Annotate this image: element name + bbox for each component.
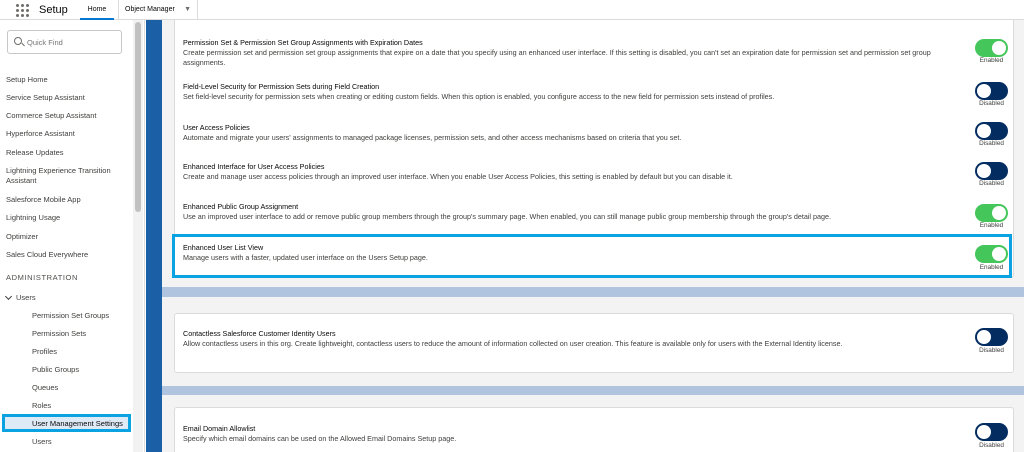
setup-sidebar: Setup Home Service Setup Assistant Comme… bbox=[0, 20, 145, 452]
setting-title: Field-Level Security for Permission Sets… bbox=[183, 82, 380, 91]
sidebar-item-lightning-transition[interactable]: Lightning Experience Transition Assistan… bbox=[6, 166, 126, 186]
settings-card-3: Email Domain Allowlist Specify which ema… bbox=[174, 407, 1014, 452]
sidebar-item-profiles[interactable]: Profiles bbox=[32, 347, 57, 356]
setting-description: Use an improved user interface to add or… bbox=[183, 212, 831, 221]
settings-card-2: Contactless Salesforce Customer Identity… bbox=[174, 313, 1014, 373]
setting-title: User Access Policies bbox=[183, 123, 250, 132]
toggle-knob bbox=[992, 206, 1006, 220]
toggle-status: Disabled bbox=[979, 140, 1004, 147]
toggle-email-domain-allowlist[interactable] bbox=[975, 423, 1008, 441]
toggle-knob bbox=[992, 41, 1006, 55]
toggle-enhanced-interface-uap[interactable] bbox=[975, 162, 1008, 180]
toggle-status: Disabled bbox=[979, 100, 1004, 107]
toggle-contactless-users[interactable] bbox=[975, 328, 1008, 346]
tab-object-manager-label: Object Manager bbox=[125, 6, 175, 13]
setting-row: Field-Level Security for Permission Sets… bbox=[183, 82, 1003, 102]
setting-description: Specify which email domains can be used … bbox=[183, 434, 457, 443]
sidebar-item-commerce-setup-assistant[interactable]: Commerce Setup Assistant bbox=[6, 111, 131, 121]
toggle-knob bbox=[977, 425, 991, 439]
toggle-status: Disabled bbox=[979, 347, 1004, 354]
setting-row: Contactless Salesforce Customer Identity… bbox=[183, 329, 1003, 349]
sidebar-item-permission-sets[interactable]: Permission Sets bbox=[32, 329, 86, 338]
setting-title: Enhanced Interface for User Access Polic… bbox=[183, 162, 325, 171]
tab-home[interactable]: Home bbox=[80, 0, 114, 20]
toggle-status: Enabled bbox=[979, 222, 1004, 229]
toggle-knob bbox=[977, 124, 991, 138]
setting-title: Permission Set & Permission Set Group As… bbox=[183, 38, 423, 47]
sidebar-item-user-management-settings-label: User Management Settings bbox=[32, 419, 123, 428]
setting-description: Automate and migrate your users' assignm… bbox=[183, 133, 682, 142]
sidebar-scrollbar-thumb[interactable] bbox=[135, 22, 141, 212]
toggle-knob bbox=[977, 84, 991, 98]
setting-row: User Access Policies Automate and migrat… bbox=[183, 123, 1003, 143]
sidebar-item-users[interactable]: Users bbox=[32, 437, 52, 446]
highlight-box bbox=[172, 234, 1012, 278]
toggle-permission-set-expiration[interactable] bbox=[975, 39, 1008, 57]
toggle-user-access-policies[interactable] bbox=[975, 122, 1008, 140]
quick-find-box[interactable] bbox=[7, 30, 122, 54]
toggle-field-level-security[interactable] bbox=[975, 82, 1008, 100]
settings-section-2: Contactless Salesforce Customer Identity… bbox=[162, 297, 1024, 386]
tab-object-manager[interactable]: Object Manager ▼ bbox=[118, 0, 198, 20]
sidebar-item-optimizer[interactable]: Optimizer bbox=[6, 232, 131, 242]
setting-description: Set field-level security for permission … bbox=[183, 92, 775, 101]
sidebar-group-users-label: Users bbox=[16, 293, 36, 302]
background-band bbox=[146, 20, 162, 452]
setting-row: Permission Set & Permission Set Group As… bbox=[183, 38, 1003, 68]
sidebar-item-queues[interactable]: Queues bbox=[32, 383, 58, 392]
setting-description: Allow contactless users in this org. Cre… bbox=[183, 339, 843, 348]
section-heading-administration: ADMINISTRATION bbox=[6, 273, 79, 282]
sidebar-item-roles[interactable]: Roles bbox=[32, 401, 51, 410]
sidebar-item-sales-cloud-everywhere[interactable]: Sales Cloud Everywhere bbox=[6, 250, 131, 260]
sidebar-item-release-updates[interactable]: Release Updates bbox=[6, 148, 131, 158]
toggle-knob bbox=[977, 330, 991, 344]
search-icon bbox=[14, 37, 22, 45]
toggle-enhanced-public-group[interactable] bbox=[975, 204, 1008, 222]
setting-title: Enhanced Public Group Assignment bbox=[183, 202, 299, 211]
setting-title: Contactless Salesforce Customer Identity… bbox=[183, 329, 336, 338]
sidebar-item-salesforce-mobile-app[interactable]: Salesforce Mobile App bbox=[6, 195, 131, 205]
settings-section-3: Email Domain Allowlist Specify which ema… bbox=[162, 395, 1024, 452]
sidebar-item-service-setup-assistant[interactable]: Service Setup Assistant bbox=[6, 93, 131, 103]
chevron-down-icon[interactable]: ▼ bbox=[184, 0, 191, 20]
chevron-down-icon[interactable] bbox=[4, 292, 13, 301]
sidebar-item-permission-set-groups[interactable]: Permission Set Groups bbox=[32, 311, 109, 320]
sidebar-group-users[interactable]: Users bbox=[4, 292, 36, 302]
sidebar-item-public-groups[interactable]: Public Groups bbox=[32, 365, 79, 374]
quick-find-input[interactable] bbox=[27, 35, 117, 49]
sidebar-item-hyperforce-assistant[interactable]: Hyperforce Assistant bbox=[6, 129, 131, 139]
sidebar-item-setup-home[interactable]: Setup Home bbox=[6, 75, 131, 85]
app-name: Setup bbox=[39, 4, 68, 16]
setting-description: Create and manage user access policies t… bbox=[183, 172, 733, 181]
setting-title: Email Domain Allowlist bbox=[183, 424, 256, 433]
sidebar-scrollbar[interactable] bbox=[133, 20, 143, 452]
setting-row: Email Domain Allowlist Specify which ema… bbox=[183, 424, 1003, 444]
toggle-status: Disabled bbox=[979, 180, 1004, 187]
sidebar-item-user-management-settings[interactable]: User Management Settings bbox=[2, 414, 131, 432]
setting-description: Create permission set and permission set… bbox=[183, 48, 931, 67]
toggle-status: Disabled bbox=[979, 442, 1004, 449]
top-bar: Setup Home Object Manager ▼ bbox=[0, 0, 1024, 20]
setting-row: Enhanced Public Group Assignment Use an … bbox=[183, 202, 1003, 222]
toggle-status: Enabled bbox=[979, 57, 1004, 64]
toggle-knob bbox=[977, 164, 991, 178]
app-launcher-icon[interactable] bbox=[16, 4, 29, 17]
setting-row: Enhanced Interface for User Access Polic… bbox=[183, 162, 1003, 182]
sidebar-item-lightning-usage[interactable]: Lightning Usage bbox=[6, 213, 131, 223]
